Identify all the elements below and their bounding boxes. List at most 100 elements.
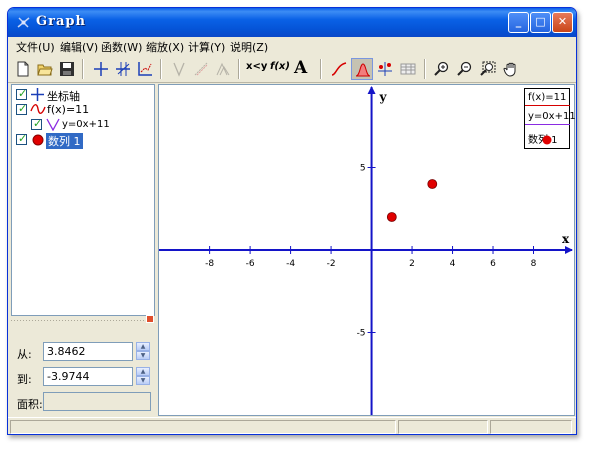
function-list-panel: 坐标轴 f(x)=11 y=0x+11 数列 1 — [11, 84, 155, 316]
evaluate-function-button[interactable]: f(x) — [270, 61, 290, 72]
y-tick-label: 5 — [360, 164, 366, 174]
status-section-extra — [490, 420, 572, 434]
to-input[interactable]: -3.9744 — [43, 367, 133, 386]
x-tick-label: 8 — [531, 259, 537, 269]
legend-line-swatch — [525, 105, 570, 106]
title-bar[interactable]: Graph _ □ ✕ — [8, 8, 576, 37]
zoom-square-button[interactable] — [477, 58, 499, 80]
tree-item-function[interactable]: f(x)=11 — [16, 102, 151, 117]
insert-tangent-button[interactable] — [190, 58, 212, 80]
new-file-button[interactable] — [12, 58, 34, 80]
spin-down-icon[interactable]: ▼ — [136, 351, 150, 360]
minimize-icon: _ — [515, 15, 522, 28]
insert-function-button[interactable] — [168, 58, 190, 80]
status-bar — [8, 417, 576, 434]
area-label: 面积: — [17, 398, 43, 411]
x-axis-label: x — [562, 232, 570, 246]
graph-plot-area[interactable]: x y -8 -6 -4 -2 2 4 6 8 5 -5 f(x)=11 y=0x+11 数列 1 — [158, 84, 576, 416]
close-panel-icon[interactable] — [146, 315, 154, 323]
from-spinner[interactable]: ▲ ▼ — [136, 342, 150, 361]
x-tick-label: 6 — [490, 259, 496, 269]
close-button[interactable]: ✕ — [552, 12, 573, 33]
tree-item-label: f(x)=11 — [47, 103, 90, 116]
tangent-visible-checkbox[interactable] — [31, 117, 42, 130]
hand-pan-icon — [503, 62, 516, 77]
legend-label: f(x)=11 — [528, 92, 567, 103]
area-calculation-panel: 从: 3.8462 ▲ ▼ 到: -3.9744 ▲ ▼ 面积: — [11, 324, 155, 416]
y-tick-label: -5 — [357, 329, 366, 339]
to-spinner[interactable]: ▲ ▼ — [136, 367, 150, 386]
x-tick-label: -2 — [327, 259, 336, 269]
menu-file[interactable]: 文件(U) — [16, 39, 55, 55]
menu-zoom[interactable]: 缩放(X) — [146, 39, 184, 55]
toolbar-separator — [320, 59, 322, 79]
tree-item-tangent[interactable]: y=0x+11 — [31, 117, 151, 132]
spin-down-icon[interactable]: ▼ — [136, 376, 150, 385]
menu-calculate[interactable]: 计算(Y) — [188, 39, 225, 55]
axis-settings-button[interactable] — [134, 58, 156, 80]
status-section-coords — [398, 420, 488, 434]
panel-splitter[interactable] — [11, 317, 155, 323]
window-title: Graph — [36, 14, 86, 29]
shading-icon — [216, 62, 230, 76]
close-icon: ✕ — [557, 15, 568, 28]
pan-button[interactable] — [500, 58, 522, 80]
zoom-out-icon — [457, 61, 472, 76]
folder-open-icon — [37, 64, 53, 76]
x-tick-label: -6 — [246, 259, 255, 269]
grid-axes-icon — [116, 62, 130, 76]
x-axis-arrow — [565, 246, 573, 254]
menu-help[interactable]: 说明(Z) — [230, 39, 268, 55]
from-input[interactable]: 3.8462 — [43, 342, 133, 361]
insert-shading-button[interactable] — [212, 58, 234, 80]
axes-cross-icon — [94, 62, 108, 76]
axes-button[interactable] — [90, 58, 112, 80]
save-button[interactable] — [56, 58, 78, 80]
y-axis-arrow — [367, 86, 376, 94]
toolbar: x<y f(x) A — [8, 55, 576, 83]
from-label: 从: — [17, 348, 32, 361]
maximize-button[interactable]: □ — [530, 12, 551, 33]
tree-item-point-series[interactable]: 数列 1 — [16, 132, 151, 149]
open-file-button[interactable] — [34, 58, 56, 80]
x-tick-label: -4 — [286, 259, 295, 269]
spin-up-icon[interactable]: ▲ — [136, 342, 150, 351]
zoom-in-button[interactable] — [431, 58, 453, 80]
graph-canvas[interactable]: x y -8 -6 -4 -2 2 4 6 8 5 -5 — [159, 85, 574, 415]
x-tick-label: -8 — [205, 259, 214, 269]
x-tick-label: 4 — [450, 259, 456, 269]
insert-label-button[interactable]: A — [294, 58, 307, 78]
point-series-icon — [32, 134, 44, 146]
legend-entry-series: 数列 1 — [528, 131, 558, 146]
legend-line-swatch — [525, 124, 570, 125]
data-point[interactable] — [427, 179, 438, 189]
spin-up-icon[interactable]: ▲ — [136, 367, 150, 376]
zoom-out-button[interactable] — [454, 58, 476, 80]
function-v-icon — [173, 62, 185, 77]
red-curve-icon — [331, 62, 347, 76]
y-axis-label: y — [379, 90, 388, 104]
toolbar-separator — [424, 59, 426, 79]
tangent-dotted-icon — [194, 62, 208, 76]
minimize-button[interactable]: _ — [508, 12, 529, 33]
area-result-field — [43, 392, 151, 411]
tree-item-axes[interactable]: 坐标轴 — [16, 87, 151, 103]
maximize-icon: □ — [535, 15, 546, 28]
function-visible-checkbox[interactable] — [16, 102, 27, 115]
grid-button[interactable] — [112, 58, 134, 80]
insert-shading-active-button[interactable] — [351, 58, 373, 80]
menu-function[interactable]: 函数(W) — [101, 39, 142, 55]
insert-point-series-button[interactable] — [374, 58, 396, 80]
menu-edit[interactable]: 编辑(V) — [60, 39, 98, 55]
data-point[interactable] — [386, 212, 397, 222]
series-visible-checkbox[interactable] — [16, 132, 27, 145]
xy-relation-button[interactable]: x<y — [246, 61, 267, 72]
table-button[interactable] — [397, 58, 419, 80]
insert-series-curve-button[interactable] — [328, 58, 350, 80]
graph-window: Graph _ □ ✕ 文件(U) 编辑(V) 函数(W) 缩放(X) 计算(Y… — [7, 7, 577, 435]
zoom-in-icon — [434, 61, 449, 76]
function-curve-icon — [30, 104, 46, 114]
axes-visible-checkbox[interactable] — [16, 87, 27, 100]
tangent-icon — [46, 118, 60, 131]
to-label: 到: — [17, 373, 32, 386]
